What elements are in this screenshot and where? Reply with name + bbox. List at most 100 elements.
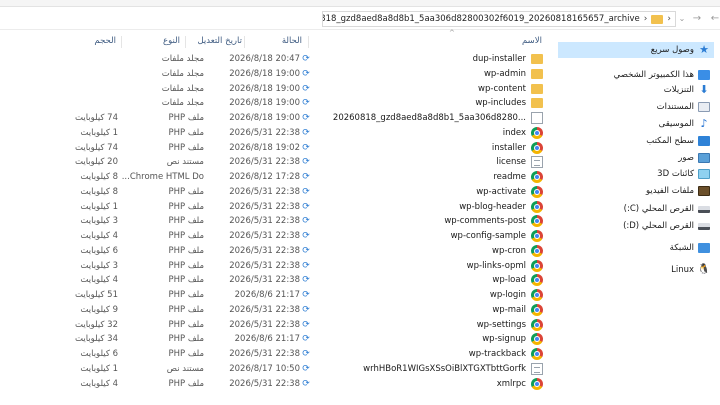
column-header-type[interactable]: النوع [140,36,180,50]
file-name[interactable]: readme [286,170,526,185]
file-row[interactable]: dup-installer ⟳ 2026/8/18 20:47 مجلد ملفات [60,52,546,67]
file-size [60,52,118,67]
back-arrow-icon[interactable]: ← [708,12,720,26]
nav-item[interactable]: صور [558,150,714,166]
file-name[interactable]: wp-cron [286,244,526,259]
nav-item[interactable]: 🐧 Linux [558,262,714,278]
column-divider[interactable] [185,36,186,48]
file-name[interactable]: wp-config-sample [286,229,526,244]
file-row[interactable]: wp-load ⟳ 2026/5/31 22:38 ملف PHP 4 كيلوبايت [60,273,546,288]
breadcrumb-chevron-icon[interactable]: ‹ [667,14,671,24]
nav-item[interactable]: ♪ الموسيقى [558,116,714,132]
file-type: ملف PHP [168,319,204,330]
file-row[interactable]: wp-cron ⟳ 2026/5/31 22:38 ملف PHP 6 كيلوبايت [60,244,546,259]
file-size: 74 كيلوبايت [74,113,118,123]
file-row[interactable]: wp-links-opml ⟳ 2026/5/31 22:38 ملف PHP 3 كي… [60,259,546,274]
sync-status-icon: ⟳ [302,275,310,286]
chrome-file-icon [531,318,543,331]
file-date: 2026/5/31 22:38 [229,157,300,168]
videos-icon [698,186,710,196]
column-divider[interactable] [308,36,309,48]
file-name[interactable]: wrhHBoR1WIGsXSsOiBlXTGXTbttGorfk [286,362,526,377]
breadcrumb-chevron-icon[interactable]: ‹ [644,14,648,24]
file-size: 1 كيلوبايت [80,201,118,212]
file-name[interactable]: wp-mail [286,303,526,318]
file-date: 2026/8/6 21:17 [234,334,300,345]
computer-icon [698,70,710,80]
file-name[interactable]: license [286,155,526,170]
file-date: 2026/8/18 19:00 [229,113,300,123]
folder-icon [531,83,543,94]
column-header-status[interactable]: الحالة [250,36,302,50]
sync-status-icon: ⟳ [302,54,310,64]
file-name[interactable]: wp-activate [286,185,526,200]
sync-status-icon: ⟳ [302,231,310,241]
file-row[interactable]: installer ⟳ 2026/8/18 19:02 ملف PHP 74 كيلوب… [60,141,546,156]
nav-item[interactable]: الشبكة [558,240,714,256]
forward-arrow-icon[interactable]: → [690,12,704,26]
chrome-file-icon [531,259,543,272]
column-header-size[interactable]: الحجم [70,36,116,50]
file-name[interactable]: wp-trackback [286,347,526,362]
file-name[interactable]: wp-settings [286,318,526,333]
sync-status-icon: ⟳ [302,172,310,182]
file-row[interactable]: xmlrpc ⟳ 2026/5/31 22:38 ملف PHP 4 كيلوبايت [60,377,546,392]
nav-item[interactable]: القرص المحلي (C:) [558,201,714,217]
file-row[interactable]: wp-signup ⟳ 2026/8/6 21:17 ملف PHP 34 كيلوبا… [60,332,546,347]
file-row[interactable]: wp-blog-header ⟳ 2026/5/31 22:38 ملف PHP 1 ك… [60,200,546,215]
nav-item[interactable]: ★ وصول سريع [558,42,714,58]
file-row[interactable]: wp-admin ⟳ 2026/8/18 19:00 مجلد ملفات [60,67,546,82]
file-name[interactable]: 20260818_gzd8aed8a8d8b1_5aa306d8280... [286,111,526,126]
file-row[interactable]: wp-activate ⟳ 2026/5/31 22:38 ملف PHP 8 كيلو… [60,185,546,200]
file-row[interactable]: 20260818_gzd8aed8a8d8b1_5aa306d8280... ⟳ 2… [60,111,546,126]
column-header-date[interactable]: تاريخ التعديل [190,36,243,50]
file-name[interactable]: dup-installer [286,52,526,67]
file-row[interactable]: license ⟳ 2026/5/31 22:38 مستند نص 20 كيلوبا… [60,155,546,170]
file-list[interactable]: dup-installer ⟳ 2026/8/18 20:47 مجلد ملفات w… [60,52,546,405]
file-name[interactable]: xmlrpc [286,377,526,392]
file-row[interactable]: wp-login ⟳ 2026/8/6 21:17 ملف PHP 51 كيلوباي… [60,288,546,303]
file-row[interactable]: wrhHBoR1WIGsXSsOiBlXTGXTbttGorfk ⟳ 2026/8/… [60,362,546,377]
address-bar[interactable]: ‹ ‹ 20260818_gzd8aed8a8d8b1_5aa306d82800… [322,11,676,27]
file-name[interactable]: wp-login [286,288,526,303]
file-name[interactable]: wp-includes [286,96,526,111]
nav-item-label: كائنات 3D [657,169,694,179]
sync-status-icon: ⟳ [302,201,310,212]
file-row[interactable]: index ⟳ 2026/5/31 22:38 ملف PHP 1 كيلوبايت [60,126,546,141]
file-row[interactable]: wp-trackback ⟳ 2026/5/31 22:38 ملف PHP 6 كيل… [60,347,546,362]
nav-item[interactable]: هذا الكمبيوتر الشخصي [558,67,714,83]
file-name[interactable]: installer [286,141,526,156]
nav-item[interactable]: كائنات 3D [558,166,714,182]
file-row[interactable]: wp-mail ⟳ 2026/5/31 22:38 ملف PHP 9 كيلوبايت [60,303,546,318]
file-row[interactable]: wp-settings ⟳ 2026/5/31 22:38 ملف PHP 32 كيل… [60,318,546,333]
sort-up-icon: ^ [449,29,455,37]
file-row[interactable]: wp-includes ⟳ 2026/8/18 19:00 مجلد ملفات [60,96,546,111]
file-name[interactable]: wp-signup [286,332,526,347]
file-date: 2026/8/18 19:00 [229,68,300,79]
nav-item[interactable]: القرص المحلي (D:) [558,218,714,234]
column-divider[interactable] [121,36,122,48]
file-row[interactable]: wp-comments-post ⟳ 2026/5/31 22:38 ملف PHP 3… [60,214,546,229]
file-row[interactable]: readme ⟳ 2026/8/12 17:28 Chrome HTML Do... 8… [60,170,546,185]
file-row[interactable]: wp-content ⟳ 2026/8/18 19:00 مجلد ملفات [60,82,546,97]
file-name[interactable]: wp-content [286,82,526,97]
column-divider[interactable] [244,36,245,48]
file-name[interactable]: wp-admin [286,67,526,82]
file-date: 2026/5/31 22:38 [229,201,300,212]
breadcrumb-current[interactable]: 20260818_gzd8aed8a8d8b1_5aa306d82800302f… [323,14,640,24]
nav-item[interactable]: سطح المكتب [558,133,714,149]
nav-item[interactable]: المستندات [558,99,714,115]
file-row[interactable]: wp-config-sample ⟳ 2026/5/31 22:38 ملف PHP 4… [60,229,546,244]
folder-icon [531,98,543,109]
recent-chevron-icon[interactable]: ⌄ [675,12,689,26]
file-name[interactable]: wp-links-opml [286,259,526,274]
file-name[interactable]: wp-comments-post [286,214,526,229]
nav-item[interactable]: ⬇ التنزيلات [558,82,714,98]
chrome-file-icon [531,200,543,213]
file-name[interactable]: wp-blog-header [286,200,526,215]
column-header-name[interactable]: الاسم [500,36,542,50]
file-name[interactable]: index [286,126,526,141]
sync-status-icon: ⟳ [302,304,310,315]
file-name[interactable]: wp-load [286,273,526,288]
nav-item[interactable]: ملفات الفيديو [558,183,714,199]
